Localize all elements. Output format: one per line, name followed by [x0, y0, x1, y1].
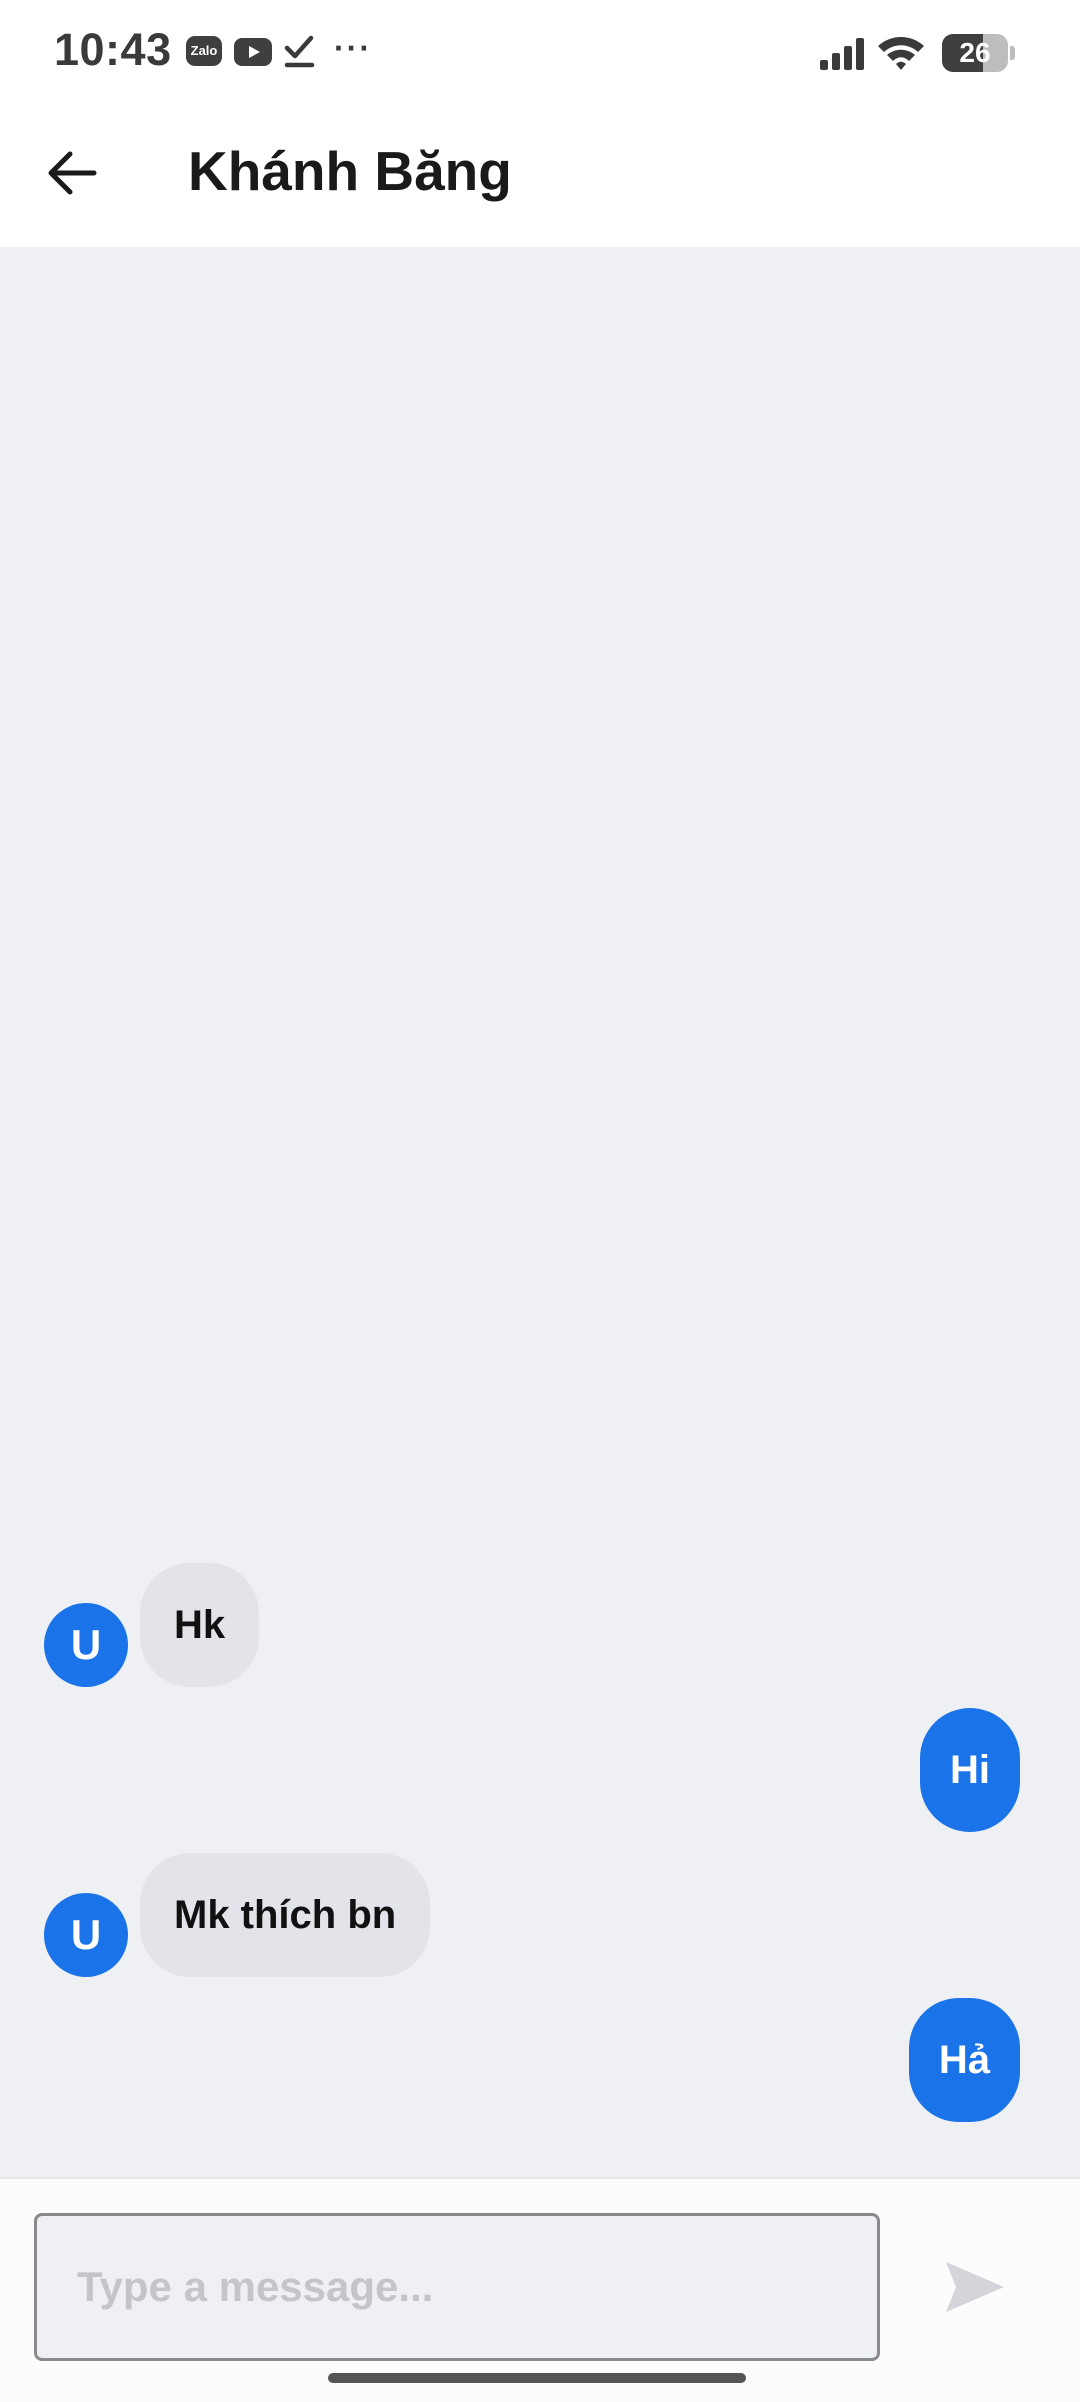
wifi-icon: [876, 34, 926, 77]
avatar[interactable]: U: [44, 1893, 128, 1977]
message-input[interactable]: [34, 2213, 880, 2361]
battery-indicator: 26: [942, 34, 1008, 72]
cellular-signal-icon: [820, 38, 866, 75]
contact-name: Khánh Băng: [188, 140, 512, 202]
message-bubble-incoming[interactable]: Hk: [140, 1563, 260, 1687]
arrow-left-icon: [48, 151, 97, 195]
youtube-icon: [234, 38, 272, 66]
message-bubble-incoming[interactable]: Mk thích bn: [140, 1853, 431, 1977]
composer-bar: [0, 2177, 1080, 2402]
chat-header: Khánh Băng: [0, 105, 1080, 247]
message-bubble-outgoing[interactable]: Hả: [908, 1998, 1020, 2122]
checkmark-icon: [284, 32, 316, 75]
send-icon: [946, 2262, 1004, 2312]
message-row-outgoing: Hả: [908, 1998, 1020, 2122]
more-dots-icon: ···: [334, 30, 372, 66]
status-time: 10:43: [54, 24, 172, 75]
send-button[interactable]: [930, 2245, 1020, 2329]
status-bar: 10:43 Zalo ··· 26: [0, 0, 1080, 105]
message-row-incoming: U Mk thích bn: [44, 1853, 431, 1977]
avatar[interactable]: U: [44, 1603, 128, 1687]
message-list[interactable]: U Hk Hi U Mk thích bn Hả: [0, 247, 1080, 2177]
zalo-icon: Zalo: [186, 36, 222, 66]
message-row-incoming: U Hk: [44, 1563, 260, 1687]
message-row-outgoing: Hi: [920, 1708, 1020, 1832]
home-indicator: [328, 2373, 746, 2383]
battery-cap: [1010, 46, 1015, 60]
back-button[interactable]: [34, 135, 110, 211]
battery-level-text: 26: [959, 37, 991, 68]
message-bubble-outgoing[interactable]: Hi: [920, 1708, 1020, 1832]
